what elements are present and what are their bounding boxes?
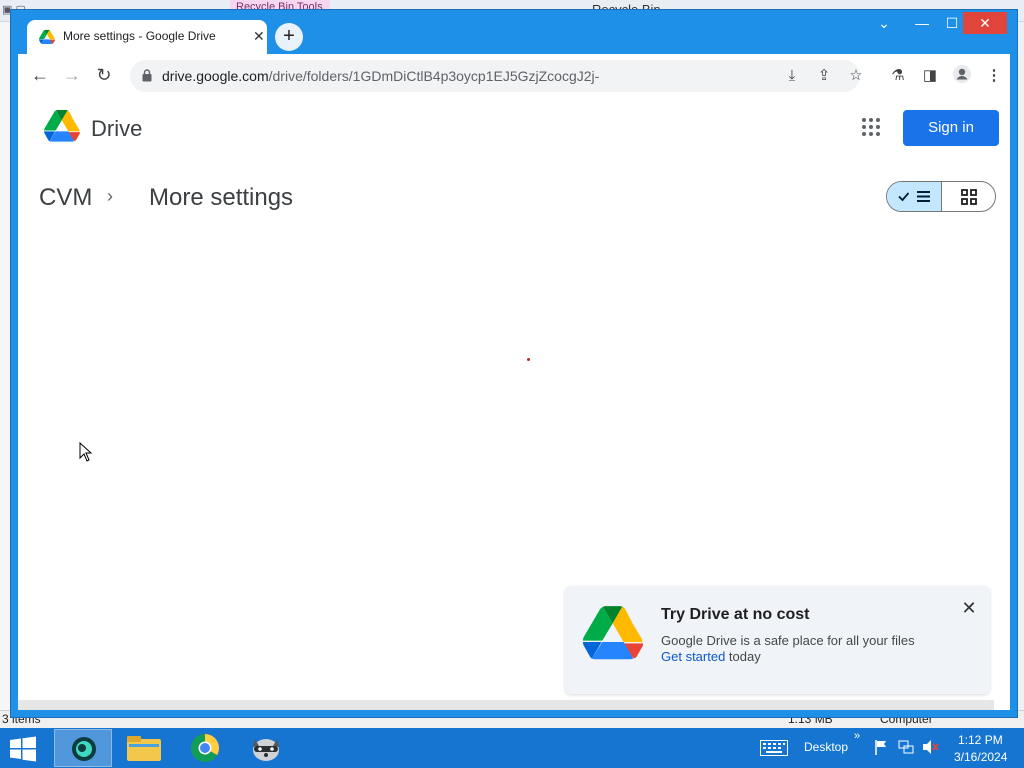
- tab-search-icon[interactable]: ⌄: [873, 12, 895, 34]
- labs-icon[interactable]: ⚗: [886, 64, 910, 88]
- promo-body: Google Drive is a safe place for all you…: [661, 633, 915, 648]
- drive-logo-icon[interactable]: [44, 110, 80, 142]
- tab-title: More settings - Google Drive: [63, 29, 216, 43]
- promo-title: Try Drive at no cost: [661, 606, 810, 623]
- apps-grid-icon[interactable]: [861, 117, 881, 137]
- chevron-right-icon: ›: [107, 186, 113, 206]
- drive-logo-text[interactable]: Drive: [91, 116, 142, 142]
- close-window-button[interactable]: ✕: [963, 12, 1007, 34]
- breadcrumb-root[interactable]: CVM: [39, 184, 92, 212]
- menu-icon[interactable]: ⋮: [982, 64, 1006, 88]
- chevron-double-right-icon[interactable]: »: [854, 730, 860, 768]
- tab-strip: More settings - Google Drive ✕ + ⌄ — ☐ ✕: [11, 10, 1017, 54]
- browser-toolbar: ← → ↻ drive.google.com/drive/folders/1GD…: [18, 54, 1010, 96]
- lock-icon: [142, 69, 152, 82]
- horizontal-scrollbar[interactable]: [18, 700, 994, 710]
- volume-muted-icon[interactable]: [922, 739, 940, 768]
- url-text: drive.google.com/drive/folders/1GDmDiCtl…: [162, 68, 600, 84]
- app-icon: [72, 737, 96, 761]
- taskbar-explorer-button[interactable]: [115, 729, 173, 767]
- tab-close-icon[interactable]: ✕: [253, 28, 265, 45]
- close-icon[interactable]: ✕: [959, 598, 979, 619]
- promo-card: Try Drive at no cost Google Drive is a s…: [565, 586, 990, 694]
- clock-date[interactable]: 3/16/2024: [954, 750, 1007, 768]
- taskbar: Desktop » 1:12 PM 3/16/2024: [0, 728, 1024, 768]
- side-panel-icon[interactable]: ◨: [918, 64, 942, 88]
- bookmark-star-icon[interactable]: ☆: [846, 66, 866, 86]
- reload-icon[interactable]: ↻: [92, 64, 116, 88]
- chrome-icon: [191, 734, 219, 762]
- drive-logo-icon: [39, 29, 55, 44]
- install-icon[interactable]: ⤓: [782, 66, 802, 86]
- view-toggle: [886, 181, 996, 212]
- flag-icon[interactable]: [874, 739, 888, 768]
- raccoon-icon: [253, 739, 279, 761]
- list-view-button[interactable]: [887, 182, 942, 211]
- taskbar-app-button[interactable]: [54, 729, 112, 767]
- avatar: [953, 65, 971, 83]
- plus-icon: +: [283, 25, 295, 47]
- grid-view-icon: [961, 189, 977, 205]
- grid-view-button[interactable]: [942, 182, 995, 211]
- get-started-link[interactable]: Get started: [661, 649, 725, 664]
- mouse-cursor-icon: [79, 442, 93, 462]
- back-icon[interactable]: ←: [28, 64, 52, 88]
- chrome-window: More settings - Google Drive ✕ + ⌄ — ☐ ✕…: [10, 9, 1018, 718]
- windows-start-icon[interactable]: [8, 736, 38, 762]
- profile-icon[interactable]: [950, 64, 974, 88]
- promo-cta-line: Get started today: [661, 649, 761, 664]
- taskbar-raccoon-button[interactable]: [237, 729, 295, 767]
- new-tab-button[interactable]: +: [275, 23, 303, 51]
- desktop-toolbar-label[interactable]: Desktop: [804, 740, 848, 768]
- share-icon[interactable]: ⇪: [814, 66, 834, 86]
- list-view-icon: [898, 191, 930, 202]
- forward-icon[interactable]: →: [60, 64, 84, 88]
- keyboard-icon[interactable]: [760, 740, 788, 768]
- page-title[interactable]: More settings: [149, 184, 293, 212]
- network-icon[interactable]: [898, 739, 914, 768]
- page-viewport: Drive Sign in CVM › More settings Try Dr…: [18, 96, 1010, 710]
- maximize-button[interactable]: ☐: [941, 12, 963, 34]
- taskbar-chrome-button[interactable]: [176, 729, 234, 767]
- drive-logo-icon: [583, 606, 643, 660]
- minimize-button[interactable]: —: [911, 12, 933, 34]
- sign-in-button[interactable]: Sign in: [903, 110, 999, 146]
- browser-tab[interactable]: More settings - Google Drive ✕: [27, 20, 267, 54]
- loading-spinner: [527, 358, 530, 361]
- file-explorer-icon: [127, 736, 161, 761]
- address-bar[interactable]: drive.google.com/drive/folders/1GDmDiCtl…: [130, 60, 863, 92]
